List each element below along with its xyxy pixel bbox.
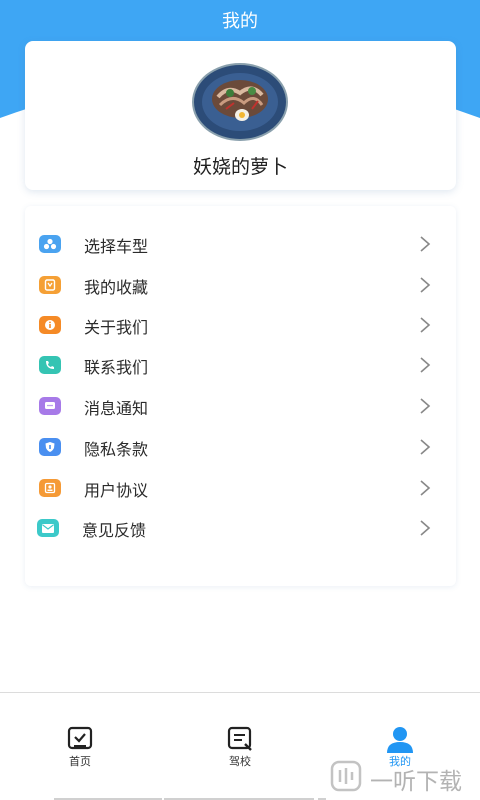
menu-item-label: 关于我们 [84,318,149,337]
watermark-logo-icon [330,760,362,792]
menu-item-contact-us[interactable]: 联系我们 [25,347,456,387]
page-title: 我的 [222,11,258,32]
username: 妖娆的萝卜 [192,156,288,178]
menu-item-label: 消息通知 [84,399,149,418]
menu-item-label: 意见反馈 [82,521,147,540]
food-bowl-avatar-icon[interactable] [192,63,288,141]
menu-item-notifications[interactable]: 消息通知 [25,388,456,428]
menu-list: 选择车型 我的收藏 关于我们 联系我们 消息通知 隐私条款 用户协议 意见反馈 [25,206,456,586]
chevron-right-icon [420,236,431,252]
menu-item-favorites[interactable]: 我的收藏 [25,267,456,307]
menu-item-user-agreement[interactable]: 用户协议 [25,470,456,510]
chevron-right-icon [420,480,431,496]
bookmark-icon [39,276,61,294]
chevron-right-icon [420,398,431,414]
tab-driving-school[interactable]: 驾校 [210,725,270,773]
home-checklist-icon [67,726,93,750]
menu-item-label: 联系我们 [84,358,149,377]
chevron-right-icon [420,439,431,455]
school-doc-icon [227,726,252,751]
chevron-right-icon [420,317,431,333]
tab-label: 首页 [69,755,91,768]
menu-item-label: 选择车型 [84,237,149,256]
car-type-icon [39,235,61,253]
menu-item-label: 隐私条款 [84,440,149,459]
profile-card: 妖娆的萝卜 [25,41,456,190]
info-icon [39,316,61,334]
menu-item-label: 我的收藏 [84,278,149,297]
user-card-icon [39,479,61,497]
mail-icon [37,519,59,537]
person-icon [387,727,413,753]
menu-item-feedback[interactable]: 意见反馈 [25,510,456,550]
message-icon [39,397,61,415]
chevron-right-icon [420,277,431,293]
chevron-right-icon [420,357,431,373]
profile-screen: 我的 妖娆的萝卜 选择车型 我的收藏 关于我们 联系我们 消息通知 隐私条款 用… [0,0,480,800]
shield-icon [39,438,61,456]
phone-icon [39,356,61,374]
tab-label: 驾校 [229,755,251,768]
tab-home[interactable]: 首页 [50,725,110,773]
watermark: 一听下载 [330,758,480,798]
menu-item-privacy[interactable]: 隐私条款 [25,429,456,469]
menu-item-label: 用户协议 [84,481,149,500]
menu-item-choose-car[interactable]: 选择车型 [25,226,456,266]
chevron-right-icon [420,520,431,536]
watermark-text: 一听下载 [370,769,462,795]
menu-item-about-us[interactable]: 关于我们 [25,307,456,347]
